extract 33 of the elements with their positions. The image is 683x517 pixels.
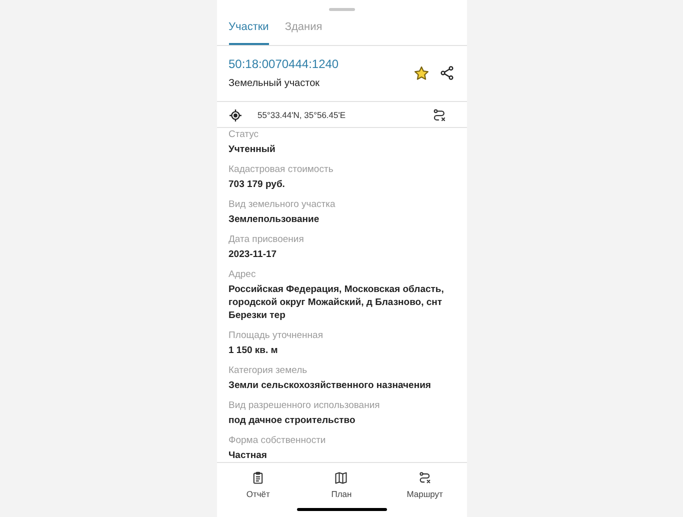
map-icon (334, 471, 348, 486)
field-value: 1 150 кв. м (228, 344, 279, 358)
field-value: Землепользование (228, 213, 320, 226)
nav-item[interactable]: Отчёт (228, 471, 288, 501)
location-target-icon[interactable] (228, 108, 242, 122)
cadastral-number[interactable]: 50:18:0070444:1240 (228, 55, 412, 74)
field-value: 2023-11-17 (228, 248, 278, 262)
nav-item[interactable]: План (311, 471, 372, 501)
route-icon (432, 108, 446, 123)
field-label: Дата присвоения (228, 234, 305, 246)
star-icon[interactable] (412, 64, 430, 82)
field-label: Вид разрешенного использования (228, 400, 381, 412)
field-value: Земли сельскохозяйственного назначения (228, 379, 432, 392)
tab[interactable]: Участки (228, 13, 269, 44)
field-value: Российская Федерация, Московская область, городской округ Можайский, д Блазново, снт Березки тер (228, 283, 445, 322)
field-label: Категория земель (228, 365, 308, 378)
parcel-type: Земельный участок (228, 77, 321, 92)
drag-handle[interactable] (328, 8, 354, 11)
field-label: Вид земельного участка (228, 199, 336, 212)
clipboard-icon (251, 471, 266, 486)
share-icon[interactable] (438, 65, 454, 82)
field-label: Площадь уточненная (228, 330, 324, 342)
nav-item[interactable]: Маршрут (394, 471, 455, 501)
field-value: Учтенный (228, 143, 276, 156)
field-value: под дачное строительство (228, 414, 356, 428)
route-icon (418, 471, 432, 486)
field-label: Кадастровая стоимость (228, 164, 334, 176)
coordinates-text: 55°33.44'N, 35°56.45'E (258, 108, 347, 122)
field-label: Статус (228, 129, 260, 142)
field-value: Частная (228, 449, 268, 462)
field-label: Адрес (228, 269, 257, 282)
field-label: Форма собственности (228, 435, 327, 448)
field-value: 703 179 руб. (228, 178, 286, 192)
